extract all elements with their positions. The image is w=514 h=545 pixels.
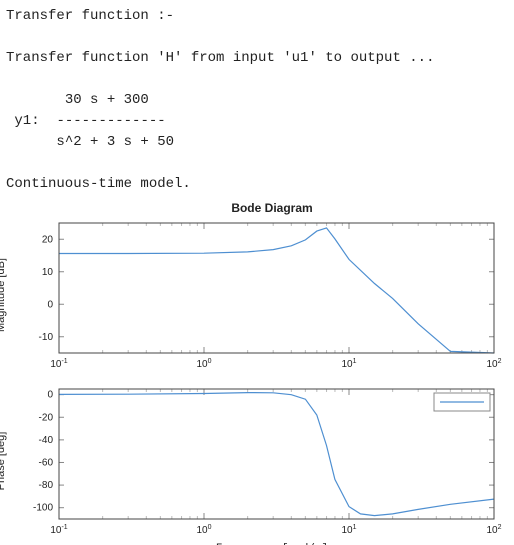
svg-text:-80: -80 <box>39 480 54 491</box>
tf-divider: y1: ------------- <box>6 111 508 132</box>
svg-text:-60: -60 <box>39 457 54 468</box>
phase-ylabel: Phase [deg] <box>0 432 7 491</box>
description: Transfer function 'H' from input 'u1' to… <box>6 48 508 69</box>
svg-text:-10: -10 <box>39 332 54 343</box>
chart-title: Bode Diagram <box>0 201 514 215</box>
model-type: Continuous-time model. <box>6 174 508 195</box>
magnitude-ylabel: Magnitude [dB] <box>0 258 7 332</box>
tf-numerator: 30 s + 300 <box>6 90 508 111</box>
svg-text:10-1: 10-1 <box>50 524 67 536</box>
magnitude-plot: Magnitude [dB] 10-1100101102-1001020 <box>4 215 504 375</box>
blank-line <box>6 69 508 90</box>
phase-svg: 10-1 100 101 102 -100 -80 -60 -40 -20 0 <box>4 381 504 541</box>
svg-text:10-1: 10-1 <box>50 358 67 370</box>
transfer-function-text: Transfer function :- Transfer function '… <box>0 0 514 195</box>
phase-plot: Phase [deg] 10-1100101102-100-80-60-40-2… <box>4 381 504 541</box>
svg-text:0: 0 <box>47 390 53 401</box>
svg-text:-20: -20 <box>39 412 54 423</box>
svg-text:101: 101 <box>341 358 356 370</box>
svg-text:-40: -40 <box>39 435 54 446</box>
tf-denominator: s^2 + 3 s + 50 <box>6 132 508 153</box>
svg-text:0: 0 <box>47 299 53 310</box>
svg-text:102: 102 <box>486 524 501 536</box>
blank-line <box>6 153 508 174</box>
svg-text:20: 20 <box>42 234 54 245</box>
svg-text:102: 102 <box>486 358 501 370</box>
magnitude-svg: 10-1 100 101 102 -10 0 10 20 <box>4 215 504 375</box>
svg-text:100: 100 <box>196 358 211 370</box>
svg-text:101: 101 <box>341 524 356 536</box>
svg-text:100: 100 <box>196 524 211 536</box>
svg-text:-100: -100 <box>33 503 53 514</box>
blank-line <box>6 27 508 48</box>
heading: Transfer function :- <box>6 6 508 27</box>
svg-text:10: 10 <box>42 267 54 278</box>
